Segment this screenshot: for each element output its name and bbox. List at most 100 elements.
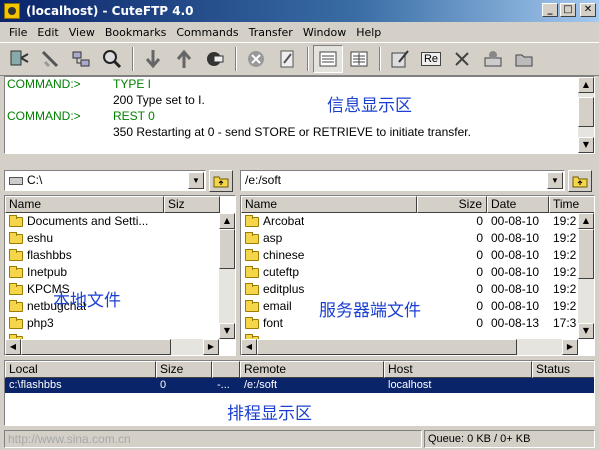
local-col-name[interactable]: Name (5, 196, 164, 213)
log-command-text: REST 0 (113, 109, 155, 123)
local-col-size[interactable]: Siz (164, 196, 220, 213)
table-row[interactable]: chinese 0 00-08-10 19:2 (241, 247, 594, 264)
table-row[interactable]: cuteftp 0 00-08-10 19:2 (241, 264, 594, 281)
list-item[interactable]: flashbbs (5, 247, 235, 264)
details-view-icon[interactable] (344, 45, 374, 73)
log-scrollbar[interactable]: ▲ ▼ (578, 77, 594, 153)
menu-transfer[interactable]: Transfer (244, 26, 298, 39)
scroll-right-icon[interactable]: ▶ (203, 339, 219, 355)
log-response-text: 350 Restarting at 0 - send STORE or RETR… (113, 125, 471, 139)
local-path-combo[interactable]: C:\ ▼ (4, 170, 206, 191)
local-file-list[interactable]: Name Siz Documents and Setti... eshu fla… (4, 195, 236, 356)
folder-icon (245, 215, 259, 227)
drive-icon (9, 176, 23, 185)
scroll-down-icon[interactable]: ▼ (219, 323, 235, 339)
queue-col-remote[interactable]: Remote (240, 361, 384, 378)
refresh-icon[interactable] (478, 45, 508, 73)
scroll-down-icon[interactable]: ▼ (578, 323, 594, 339)
scroll-thumb[interactable] (21, 339, 171, 355)
chevron-down-icon[interactable]: ▼ (188, 172, 204, 189)
local-vscrollbar[interactable]: ▲ ▼ (219, 213, 235, 339)
folder-icon (245, 283, 259, 295)
remote-path-combo[interactable]: /e:/soft ▼ (240, 170, 565, 191)
disconnect-icon[interactable] (35, 45, 65, 73)
remote-file-list[interactable]: Name Size Date Time Arcobat 0 00-08-10 1… (240, 195, 595, 356)
queue-row[interactable]: c:\flashbbs 0 -... /e:/soft localhost (5, 378, 594, 393)
log-response-text: 200 Type set to I. (113, 93, 205, 107)
menu-commands[interactable]: Commands (171, 26, 243, 39)
queue-col-host[interactable]: Host (384, 361, 532, 378)
remote-vscrollbar[interactable]: ▲ ▼ (578, 213, 594, 339)
list-item[interactable]: php3 (5, 315, 235, 332)
properties-icon[interactable] (385, 45, 415, 73)
queue-col-local[interactable]: Local (5, 361, 156, 378)
maximize-button[interactable]: □ (560, 3, 576, 17)
queue-col-progress[interactable] (212, 361, 240, 378)
quick-connect-icon[interactable] (200, 45, 230, 73)
folder-icon (245, 266, 259, 278)
watermark-text: http://www.sina.com.cn (8, 432, 131, 446)
site-manager-icon[interactable] (66, 45, 96, 73)
scroll-thumb[interactable] (257, 339, 517, 355)
scroll-down-icon[interactable]: ▼ (578, 137, 594, 153)
folder-icon (245, 232, 259, 244)
log-pane[interactable]: COMMAND:> TYPE I 200 Type set to I. COMM… (4, 76, 595, 154)
reconnect-icon[interactable]: Re (416, 45, 446, 73)
remote-hscrollbar[interactable]: ◀ ▶ (241, 339, 578, 355)
menu-file[interactable]: File (4, 26, 32, 39)
table-row[interactable]: Arcobat 0 00-08-10 19:2 (241, 213, 594, 230)
search-icon[interactable] (97, 45, 127, 73)
list-item[interactable]: Inetpub (5, 264, 235, 281)
folder-icon (9, 215, 23, 227)
remote-up-folder-button[interactable] (568, 170, 592, 192)
local-up-folder-button[interactable] (209, 170, 233, 192)
scroll-right-icon[interactable]: ▶ (562, 339, 578, 355)
remote-col-date[interactable]: Date (487, 196, 549, 213)
scroll-thumb[interactable] (219, 229, 235, 269)
scroll-left-icon[interactable]: ◀ (241, 339, 257, 355)
delete-icon[interactable] (447, 45, 477, 73)
cuteftp-app-icon[interactable] (4, 3, 20, 19)
status-bar: http://www.sina.com.cn Queue: 0 KB / 0+ … (0, 428, 599, 450)
menu-window[interactable]: Window (298, 26, 351, 39)
minimize-button[interactable]: _ (542, 3, 558, 17)
scroll-left-icon[interactable]: ◀ (5, 339, 21, 355)
folder-icon[interactable] (509, 45, 539, 73)
folder-icon (9, 300, 23, 312)
log-command-text: TYPE I (113, 77, 152, 91)
queue-col-status[interactable]: Status (532, 361, 594, 378)
menu-bookmarks[interactable]: Bookmarks (100, 26, 171, 39)
local-hscrollbar[interactable]: ◀ ▶ (5, 339, 219, 355)
remote-col-size[interactable]: Size (417, 196, 487, 213)
edit-icon[interactable] (272, 45, 302, 73)
upload-icon[interactable] (169, 45, 199, 73)
menu-edit[interactable]: Edit (32, 26, 63, 39)
queue-area-annotation: 排程显示区 (227, 404, 312, 424)
menu-bar: File Edit View Bookmarks Commands Transf… (0, 22, 599, 42)
remote-col-time[interactable]: Time (549, 196, 594, 213)
queue-col-size[interactable]: Size (156, 361, 212, 378)
scroll-thumb[interactable] (578, 97, 594, 127)
scroll-thumb[interactable] (578, 229, 594, 279)
close-button[interactable]: ✕ (580, 3, 596, 17)
remote-area-annotation: 服务器端文件 (319, 301, 421, 321)
scroll-up-icon[interactable]: ▲ (578, 77, 594, 93)
chevron-down-icon[interactable]: ▼ (547, 172, 563, 189)
remote-path: /e:/soft (245, 173, 282, 187)
toolbar: Re (0, 42, 599, 76)
menu-help[interactable]: Help (351, 26, 386, 39)
stop-icon[interactable] (241, 45, 271, 73)
list-view-icon[interactable] (313, 45, 343, 73)
toolbar-separator (379, 47, 381, 71)
scroll-up-icon[interactable]: ▲ (219, 213, 235, 229)
download-icon[interactable] (138, 45, 168, 73)
toolbar-separator (307, 47, 309, 71)
table-row[interactable]: asp 0 00-08-10 19:2 (241, 230, 594, 247)
list-item[interactable]: eshu (5, 230, 235, 247)
remote-col-name[interactable]: Name (241, 196, 417, 213)
list-item[interactable]: Documents and Setti... (5, 213, 235, 230)
menu-view[interactable]: View (64, 26, 100, 39)
scroll-up-icon[interactable]: ▲ (578, 213, 594, 229)
connect-icon[interactable] (4, 45, 34, 73)
queue-pane[interactable]: Local Size Remote Host Status c:\flashbb… (4, 360, 595, 426)
